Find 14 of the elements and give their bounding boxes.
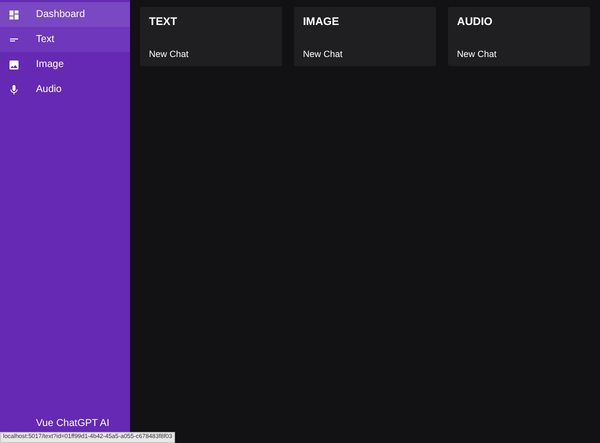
sidebar-item[interactable]: Image bbox=[0, 52, 130, 77]
new-chat-link[interactable]: New Chat bbox=[457, 48, 581, 61]
card-title: TEXT bbox=[149, 15, 178, 30]
new-chat-link[interactable]: New Chat bbox=[303, 48, 427, 61]
image-icon bbox=[8, 58, 20, 70]
new-chat-link[interactable]: New Chat bbox=[149, 48, 273, 61]
sidebar-item[interactable]: Dashboard bbox=[0, 2, 130, 27]
card-title: IMAGE bbox=[303, 15, 340, 30]
microphone-icon bbox=[8, 84, 20, 96]
sidebar-item[interactable]: Audio bbox=[0, 77, 130, 102]
sidebar-item[interactable]: Text bbox=[0, 27, 130, 52]
dashboard-icon bbox=[8, 8, 20, 20]
app-title: Vue ChatGPT AI bbox=[36, 417, 110, 431]
card-title: AUDIO bbox=[457, 15, 494, 30]
